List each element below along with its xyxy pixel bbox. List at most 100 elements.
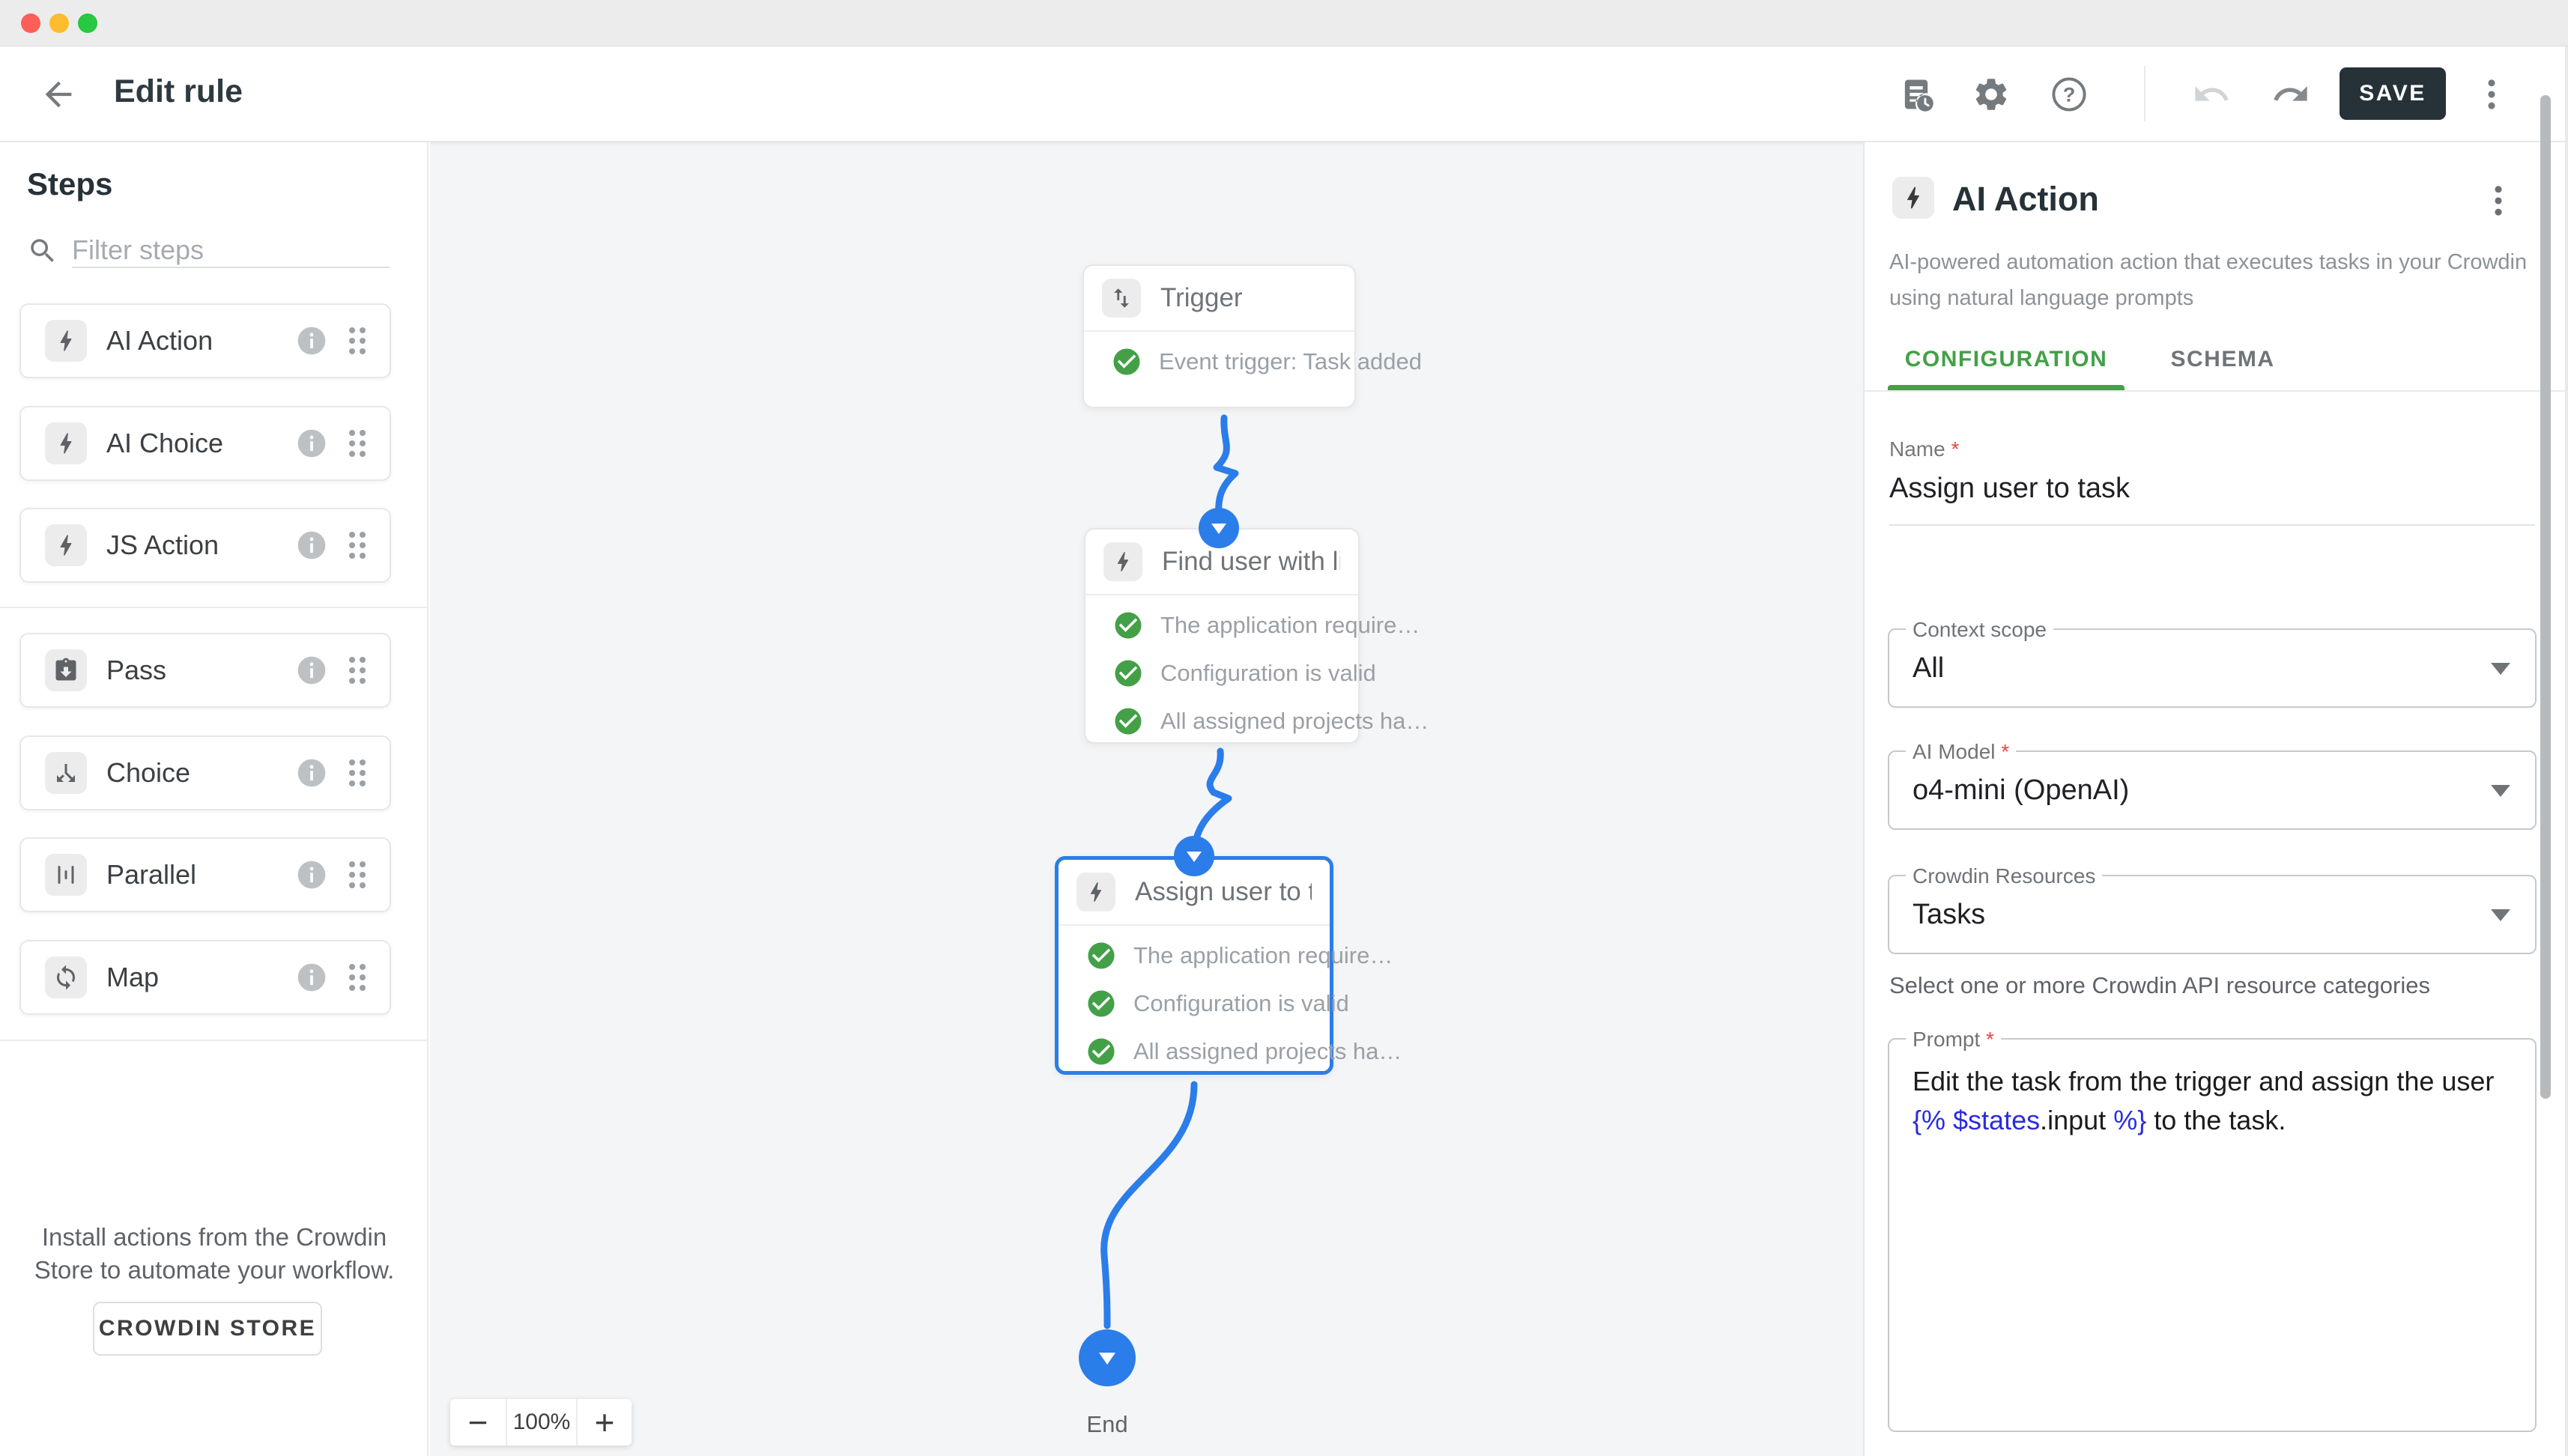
sync-arrows-icon [45, 956, 87, 998]
step-item-label: Pass [106, 655, 295, 686]
settings-button[interactable] [1964, 67, 2018, 121]
crowdin-store-button[interactable]: CROWDIN STORE [93, 1302, 322, 1356]
step-item-pass[interactable]: Pass [19, 633, 391, 708]
active-tab-indicator [1888, 385, 2125, 390]
lightning-bolt-icon [45, 524, 87, 566]
panel-description: AI-powered automation action that execut… [1889, 244, 2556, 316]
crowdin-store-text: Install actions from the Crowdin Store t… [18, 1221, 411, 1287]
node-title: Find user with lighte… [1162, 547, 1340, 577]
filter-steps-field[interactable] [27, 231, 391, 277]
drag-handle-icon[interactable] [345, 527, 370, 563]
info-icon[interactable] [295, 324, 328, 357]
back-button[interactable] [31, 67, 85, 121]
step-item-map[interactable]: Map [19, 940, 391, 1015]
rule-log-icon [1897, 75, 1936, 114]
connector-arrow-dot [1174, 836, 1214, 876]
sidebar-group-divider [0, 607, 428, 608]
redo-icon [2271, 75, 2310, 114]
sidebar-group-divider [0, 1040, 428, 1041]
info-icon[interactable] [295, 529, 328, 562]
step-item-ai-action[interactable]: AI Action [19, 303, 391, 378]
help-button[interactable]: ? [2042, 67, 2096, 121]
lightning-bolt-icon [45, 422, 87, 464]
name-field-underline [1889, 524, 2535, 526]
kebab-icon [2472, 75, 2511, 114]
workflow-canvas[interactable]: Trigger Event trigger: Task added Find u… [430, 142, 1863, 1456]
step-item-parallel[interactable]: Parallel [19, 837, 391, 912]
info-icon[interactable] [295, 756, 328, 789]
undo-button[interactable] [2184, 67, 2238, 121]
template-token: {% $states [1913, 1105, 2040, 1135]
lightning-bolt-icon [45, 320, 87, 362]
ai-model-value: o4-mini (OpenAI) [1913, 752, 2129, 828]
panel-scrollbar-thumb[interactable] [2540, 95, 2551, 1099]
node-title: Trigger [1160, 283, 1243, 313]
drag-handle-icon[interactable] [345, 755, 370, 791]
required-asterisk: * [1986, 1028, 1994, 1051]
undo-icon [2192, 75, 2231, 114]
activity-log-button[interactable] [1889, 67, 1943, 121]
tab-configuration[interactable]: CONFIGURATION [1888, 330, 2125, 389]
steps-sidebar: Steps AI Action AI Choice JS Action Pass… [0, 142, 428, 1456]
template-token: %} [2106, 1105, 2146, 1135]
header-kebab-button[interactable] [2465, 67, 2519, 121]
node-trigger[interactable]: Trigger Event trigger: Task added [1082, 264, 1356, 408]
chevron-down-icon [2491, 909, 2510, 921]
window-titlebar [0, 0, 2568, 46]
node-check: The application require… [1085, 601, 1358, 649]
panel-kebab-button[interactable] [2471, 174, 2525, 228]
step-item-label: Parallel [106, 859, 295, 891]
crowdin-resources-select[interactable]: Crowdin Resources Tasks [1888, 875, 2537, 954]
connector-arrow-dot [1199, 508, 1239, 548]
drag-handle-icon[interactable] [345, 425, 370, 461]
info-icon[interactable] [295, 654, 328, 687]
drag-handle-icon[interactable] [345, 857, 370, 893]
prompt-label: Prompt * [1906, 1028, 2001, 1052]
tab-schema[interactable]: SCHEMA [2148, 330, 2298, 389]
node-check: All assigned projects ha… [1059, 1028, 1330, 1076]
drag-handle-icon[interactable] [345, 959, 370, 995]
drag-handle-icon[interactable] [345, 652, 370, 688]
redo-button[interactable] [2264, 67, 2318, 121]
info-icon[interactable] [295, 961, 328, 994]
prompt-textarea[interactable]: Prompt * Edit the task from the trigger … [1888, 1038, 2537, 1432]
info-icon[interactable] [295, 427, 328, 460]
required-asterisk: * [1951, 437, 1959, 461]
zoom-in-button[interactable]: + [576, 1399, 632, 1446]
header-divider [2144, 66, 2145, 121]
step-item-choice[interactable]: Choice [19, 735, 391, 810]
info-icon[interactable] [295, 858, 328, 891]
ai-model-select[interactable]: AI Model * o4-mini (OpenAI) [1888, 750, 2537, 830]
chevron-down-icon [2491, 785, 2510, 797]
check-circle-icon [1112, 658, 1144, 689]
filter-steps-input[interactable] [72, 231, 390, 270]
node-find-user[interactable]: Find user with lighte… The application r… [1084, 528, 1360, 744]
step-item-label: JS Action [106, 530, 295, 561]
arrow-back-icon [39, 75, 78, 114]
zoom-out-button[interactable]: − [450, 1399, 506, 1446]
step-item-ai-choice[interactable]: AI Choice [19, 406, 391, 481]
check-circle-icon [1085, 988, 1117, 1019]
save-button[interactable]: SAVE [2340, 67, 2446, 120]
close-window-button[interactable] [21, 13, 40, 33]
drag-handle-icon[interactable] [345, 323, 370, 359]
check-circle-icon [1112, 706, 1144, 737]
step-item-js-action[interactable]: JS Action [19, 508, 391, 583]
zoom-window-button[interactable] [78, 13, 97, 33]
help-icon: ? [2050, 75, 2089, 114]
end-node[interactable] [1079, 1329, 1136, 1386]
lightning-bolt-icon [1103, 542, 1142, 581]
node-check: The application require… [1059, 932, 1330, 980]
prompt-value: Edit the task from the trigger and assig… [1913, 1062, 2512, 1140]
name-field-label: Name * [1889, 437, 1959, 461]
name-input[interactable] [1889, 469, 2535, 508]
context-scope-select[interactable]: Context scope All [1888, 628, 2537, 708]
node-check: Configuration is valid [1085, 649, 1358, 697]
check-circle-icon [1085, 1036, 1117, 1067]
context-scope-value: All [1913, 630, 1944, 706]
node-assign-user[interactable]: Assign user to task The application requ… [1055, 856, 1333, 1075]
minimize-window-button[interactable] [49, 13, 69, 33]
end-node-label: End [1086, 1411, 1127, 1438]
check-circle-icon [1112, 610, 1144, 641]
crowdin-resources-value: Tasks [1913, 876, 1985, 953]
